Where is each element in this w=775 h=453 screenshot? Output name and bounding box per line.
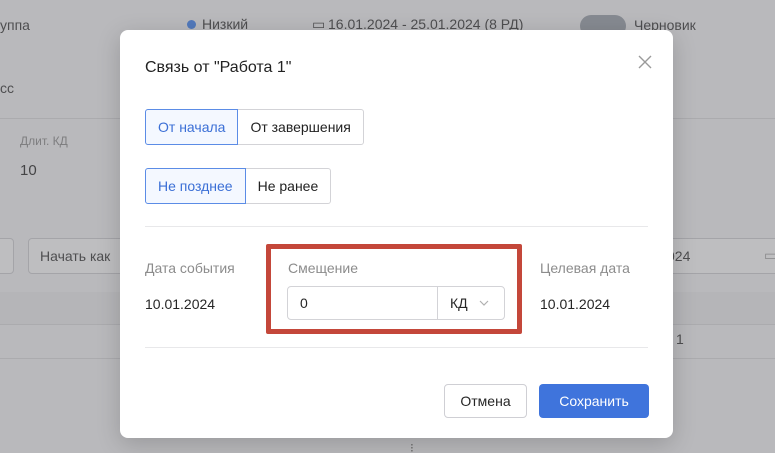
dialog-title: Связь от "Работа 1"	[145, 59, 292, 76]
event-date-label: Дата события	[145, 260, 235, 276]
divider	[145, 226, 648, 227]
constraint-segmented-control: Не позднее Не ранее	[145, 168, 332, 204]
link-dialog: Связь от "Работа 1" От начала От заверше…	[120, 30, 673, 438]
offset-label: Смещение	[288, 260, 359, 276]
constraint-option-not-earlier[interactable]: Не ранее	[245, 168, 332, 204]
divider	[145, 347, 648, 348]
offset-input[interactable]: 0	[288, 287, 438, 319]
event-date-value: 10.01.2024	[145, 296, 216, 312]
anchor-segmented-control: От начала От завершения	[145, 109, 364, 145]
offset-field: 0 КД	[287, 286, 505, 320]
resize-handle-icon[interactable]: ⁝	[410, 441, 414, 453]
anchor-option-end[interactable]: От завершения	[238, 109, 364, 145]
save-button[interactable]: Сохранить	[539, 384, 649, 418]
cancel-button[interactable]: Отмена	[444, 384, 527, 418]
constraint-option-not-later[interactable]: Не позднее	[145, 168, 246, 204]
target-date-label: Целевая дата	[540, 260, 630, 276]
target-date-value: 10.01.2024	[540, 296, 611, 312]
anchor-option-start[interactable]: От начала	[145, 109, 239, 145]
close-icon	[638, 55, 652, 69]
offset-unit-select[interactable]: КД	[438, 287, 504, 319]
close-button[interactable]	[634, 51, 656, 73]
offset-unit-value: КД	[450, 295, 468, 311]
chevron-down-icon	[479, 300, 489, 306]
